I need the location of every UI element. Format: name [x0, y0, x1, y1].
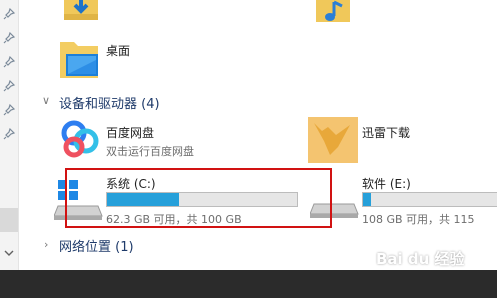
network-group-header[interactable]: 网络位置 (1)	[59, 236, 134, 255]
pin-icon[interactable]	[3, 104, 15, 116]
baidu-netdisk-icon[interactable]	[58, 119, 104, 159]
watermark-text: Bai du 经验	[376, 250, 465, 268]
drive-usage-bar-c	[106, 192, 298, 207]
pin-icon[interactable]	[3, 32, 15, 44]
drive-info-c: 62.3 GB 可用，共 100 GB	[106, 213, 242, 226]
drive-name-c: 系统 (C:)	[106, 177, 156, 191]
pin-icon[interactable]	[3, 80, 15, 92]
collapse-chevron-icon[interactable]: ∨	[42, 94, 50, 107]
drive-usage-fill-c	[107, 193, 179, 206]
drive-name-e: 软件 (E:)	[362, 177, 411, 191]
drive-info-e: 108 GB 可用，共 115	[362, 213, 475, 226]
app-subtitle-baidu: 双击运行百度网盘	[106, 145, 194, 158]
drive-usage-bar-e	[362, 192, 497, 207]
scroll-down-icon[interactable]	[2, 246, 16, 260]
desktop-folder-label: 桌面	[106, 44, 131, 58]
xunlei-icon[interactable]	[308, 117, 358, 163]
quick-access-strip	[0, 0, 19, 298]
downloads-folder-icon[interactable]	[62, 0, 102, 22]
expand-chevron-icon[interactable]: ›	[44, 238, 48, 251]
desktop-folder-icon	[60, 42, 98, 78]
taskbar	[0, 270, 497, 298]
drive-icon[interactable]	[310, 192, 360, 222]
app-name-xunlei: 迅雷下载	[362, 126, 411, 140]
pin-icon[interactable]	[3, 128, 15, 140]
windows-drive-icon[interactable]	[54, 178, 104, 222]
pin-icon[interactable]	[3, 8, 15, 20]
pin-icon[interactable]	[3, 56, 15, 68]
music-folder-icon[interactable]	[314, 0, 354, 24]
app-name-baidu: 百度网盘	[106, 126, 155, 140]
file-explorer-content: 桌面 ∨ 设备和驱动器 (4) 百度网盘 双击运行百度网盘 迅雷下载 系统 (C…	[18, 0, 497, 270]
nav-selected-block[interactable]	[0, 208, 18, 232]
drive-usage-fill-e	[363, 193, 372, 206]
devices-group-header[interactable]: 设备和驱动器 (4)	[59, 93, 160, 112]
